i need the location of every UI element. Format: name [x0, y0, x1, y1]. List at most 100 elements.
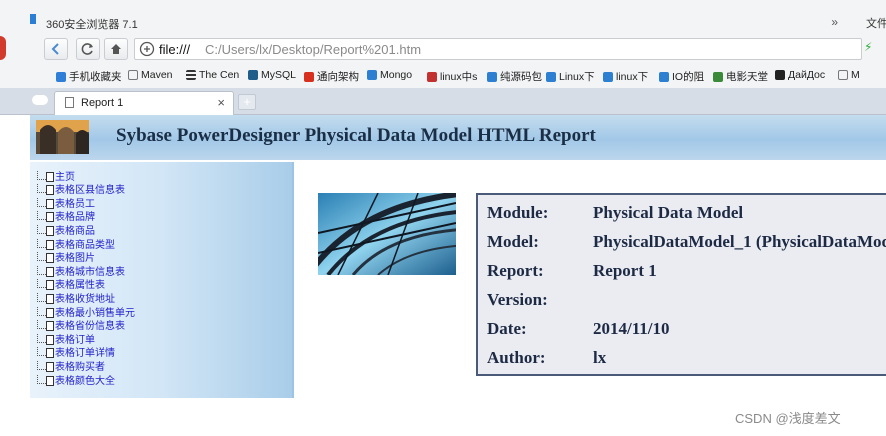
tree-connector [37, 211, 46, 221]
bookmark-item[interactable]: Maven [128, 69, 173, 81]
bookmark-label: ДайДос [788, 69, 826, 81]
blog-icon [367, 70, 377, 80]
page-icon [46, 198, 54, 209]
tree-item-label[interactable]: 表格区县信息表 [55, 185, 125, 196]
bookmark-item[interactable]: linux下 [603, 69, 648, 84]
tree-item[interactable]: 表格最小销售单元 [37, 305, 135, 319]
bookmark-item[interactable]: linux中s [427, 69, 477, 84]
lightning-icon[interactable]: ⚡ [864, 40, 872, 54]
page-icon [838, 70, 848, 80]
bookmarks-bar: 手机收藏夹 Maven The Cen MySQL 通向架构 Mongo lin… [0, 64, 886, 88]
close-tab-icon[interactable]: × [217, 95, 225, 110]
tree-item[interactable]: 表格省份信息表 [37, 319, 135, 332]
bookmark-item[interactable]: MySQL [248, 69, 296, 81]
tree-item-label[interactable]: 表格商品类型 [55, 240, 115, 251]
bookmark-item[interactable]: Mongo [367, 69, 412, 81]
bookmark-label: Maven [141, 69, 173, 81]
blog-icon [603, 71, 613, 82]
table-navigation-sidebar: 主页 表格区县信息表 表格员工 表格品牌 表格商品 表格商品类型 表格图片 表格… [30, 162, 294, 398]
csdn-icon [304, 71, 314, 82]
page-icon [46, 171, 54, 182]
tree-item-label[interactable]: 表格品牌 [55, 212, 95, 223]
back-button[interactable] [44, 38, 68, 60]
bookmark-item[interactable]: The Cen [186, 69, 239, 81]
bookmark-label: linux下 [616, 71, 649, 83]
tree-item-label[interactable]: 主页 [55, 172, 75, 183]
bookmark-label: M [851, 69, 860, 81]
back-arrow-icon [51, 43, 59, 55]
bookmark-label: The Cen [199, 69, 240, 81]
tree-item-label[interactable]: 表格订单 [55, 335, 95, 346]
tree-item-label[interactable]: 表格最小销售单元 [55, 308, 135, 319]
address-bar[interactable]: file:/// C:/Users/lx/Desktop/Report%201.… [134, 38, 862, 60]
tree-item[interactable]: 表格城市信息表 [37, 264, 135, 278]
address-scheme: file:/// [159, 42, 191, 57]
bookmark-item[interactable]: ДайДос [775, 69, 825, 81]
tree-item-label[interactable]: 表格图片 [55, 253, 95, 264]
browser-app-title: 360安全浏览器 7.1 [46, 19, 138, 31]
tree-item[interactable]: 表格购买者 [37, 359, 135, 373]
info-key: Author: [487, 348, 546, 367]
tree-item-label[interactable]: 表格员工 [55, 199, 95, 210]
bookmark-item[interactable]: 电影天堂 [713, 69, 768, 84]
page-icon [46, 321, 54, 332]
bookmark-item[interactable]: M [838, 69, 860, 81]
tree-item-label[interactable]: 表格颜色大全 [55, 376, 115, 387]
more-chevron-icon[interactable]: » [831, 15, 838, 29]
tab-report-1[interactable]: Report 1 × [54, 91, 234, 115]
bookmark-item[interactable]: 通向架构 [304, 69, 359, 84]
tree-item-home[interactable]: 主页 [37, 169, 135, 183]
browser-title-bar: 360安全浏览器 7.1 » 文件 [0, 0, 886, 34]
tree-item[interactable]: 表格颜色大全 [37, 373, 135, 387]
tree-connector [37, 252, 46, 262]
mysql-icon [248, 70, 258, 80]
tree-item-label[interactable]: 表格城市信息表 [55, 267, 125, 278]
tree-connector [37, 360, 46, 370]
page-icon [46, 185, 54, 196]
tree-item[interactable]: 表格商品类型 [37, 237, 135, 251]
tree-item[interactable]: 表格图片 [37, 251, 135, 264]
tree-item[interactable]: 表格订单 [37, 332, 135, 346]
tree-item-label[interactable]: 表格省份信息表 [55, 321, 125, 332]
side-panel-indicator [0, 36, 6, 60]
movie-icon [713, 71, 723, 82]
bookmark-label: 通向架构 [317, 71, 359, 83]
info-key: Module: [487, 203, 549, 222]
tree-connector [37, 197, 46, 207]
browser-nav-bar: file:/// C:/Users/lx/Desktop/Report%201.… [0, 34, 886, 64]
info-value: PhysicalDataModel_1 (PhysicalDataModel_1… [593, 232, 886, 251]
home-button[interactable] [104, 38, 128, 60]
cloud-sync-icon[interactable] [32, 95, 48, 105]
info-value: 2014/11/10 [593, 319, 670, 338]
tree-item-label[interactable]: 表格购买者 [55, 362, 105, 373]
bookmark-item[interactable]: IO的阻 [659, 69, 704, 84]
bookmark-item[interactable]: 手机收藏夹 [56, 69, 122, 84]
tree-item[interactable]: 表格员工 [37, 196, 135, 210]
tree-connector [37, 306, 46, 316]
tree-connector [37, 265, 46, 275]
browser-logo-icon [30, 14, 36, 24]
tree-connector [37, 320, 46, 330]
bookmark-item[interactable]: Linux下 [546, 69, 595, 84]
tree-item-label[interactable]: 表格商品 [55, 226, 95, 237]
tree-item[interactable]: 表格订单详情 [37, 346, 135, 359]
tree-connector [37, 333, 46, 343]
refresh-button[interactable] [76, 38, 100, 60]
file-menu[interactable]: 文件 [866, 15, 886, 31]
tree-item[interactable]: 表格区县信息表 [37, 183, 135, 196]
new-tab-button[interactable]: + [238, 94, 256, 110]
tree-item-label[interactable]: 表格订单详情 [55, 348, 115, 359]
address-path: C:/Users/lx/Desktop/Report%201.htm [205, 42, 422, 57]
bookmark-item[interactable]: 纯源码包 [487, 69, 542, 84]
report-decorative-image [318, 193, 456, 275]
page-icon [46, 253, 54, 264]
tree-connector [37, 184, 46, 194]
tree-item[interactable]: 表格商品 [37, 223, 135, 237]
tree-item-label[interactable]: 表格属性表 [55, 280, 105, 291]
tree-item-label[interactable]: 表格收货地址 [55, 294, 115, 305]
tree-item[interactable]: 表格属性表 [37, 278, 135, 291]
tree-item[interactable]: 表格品牌 [37, 210, 135, 223]
tree-item[interactable]: 表格收货地址 [37, 291, 135, 305]
source-icon [487, 71, 497, 82]
page-icon [128, 70, 138, 80]
